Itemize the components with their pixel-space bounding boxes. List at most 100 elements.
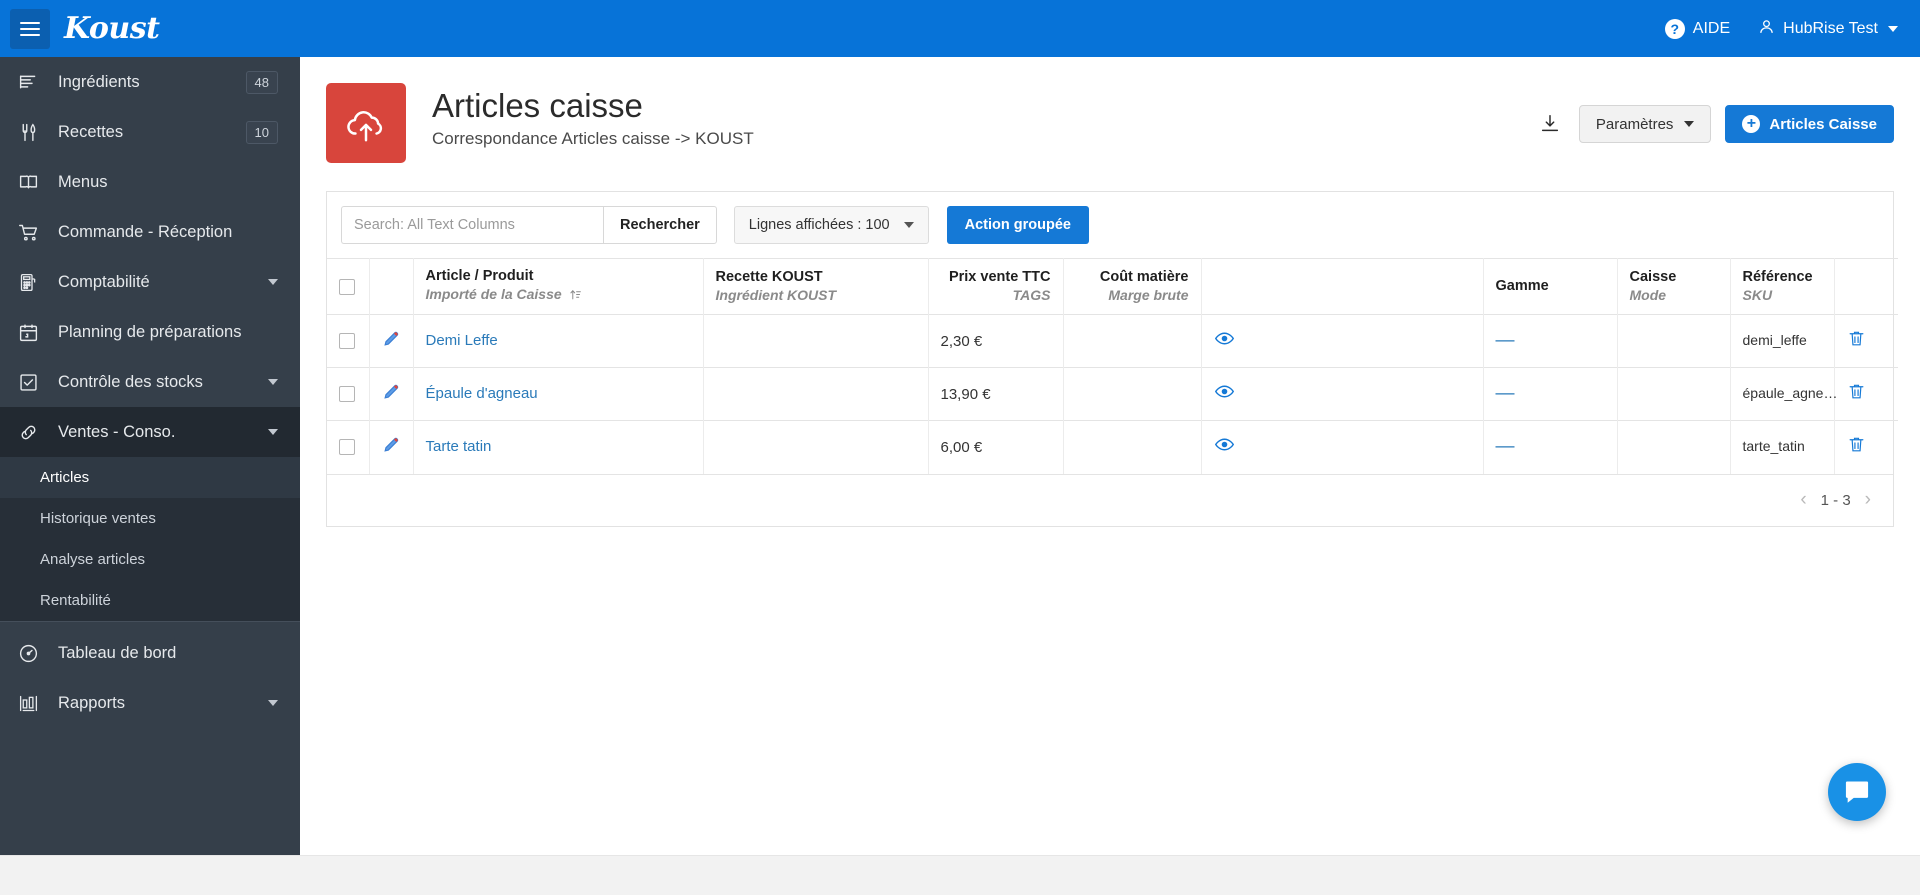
page-header-actions: Paramètres + Articles Caisse bbox=[1535, 83, 1894, 143]
article-link[interactable]: Demi Leffe bbox=[426, 332, 498, 349]
calendar-icon bbox=[18, 321, 44, 343]
column-title: Gamme bbox=[1495, 278, 1549, 295]
row-delete-cell bbox=[1834, 367, 1898, 421]
column-caisse[interactable]: Caisse Mode bbox=[1617, 258, 1731, 315]
select-all-checkbox[interactable] bbox=[339, 278, 355, 295]
column-reference[interactable]: Référence SKU bbox=[1730, 258, 1835, 315]
sidebar-item-comptabilite[interactable]: Comptabilité bbox=[0, 257, 300, 307]
column-subtitle-text: Importé de la Caisse bbox=[425, 286, 562, 303]
column-title: Caisse bbox=[1629, 269, 1677, 286]
pencil-icon[interactable] bbox=[382, 435, 401, 454]
sidebar-item-menus[interactable]: Menus bbox=[0, 157, 300, 207]
page-title-wrap: Articles caisse Correspondance Articles … bbox=[432, 83, 754, 149]
add-articles-caisse-label: Articles Caisse bbox=[1769, 115, 1877, 133]
column-article-produit[interactable]: Article / Produit Importé de la Caisse bbox=[413, 258, 704, 315]
row-recette-cell[interactable] bbox=[703, 314, 929, 368]
eye-icon[interactable] bbox=[1214, 381, 1235, 402]
group-action-button[interactable]: Action groupée bbox=[946, 206, 1089, 244]
sidebar-item-controle-des-stocks[interactable]: Contrôle des stocks bbox=[0, 357, 300, 407]
top-bar-right: ? AIDE HubRise Test bbox=[1664, 18, 1898, 40]
row-gamme-cell[interactable]: — bbox=[1483, 367, 1618, 421]
sidebar-badge: 10 bbox=[245, 120, 278, 144]
gamme-value: — bbox=[1495, 383, 1515, 404]
column-prix-vente-ttc[interactable]: Prix vente TTC TAGS bbox=[928, 258, 1064, 315]
trash-icon[interactable] bbox=[1847, 382, 1866, 401]
sidebar-item-recettes[interactable]: Recettes 10 bbox=[0, 107, 300, 157]
table-row: Demi Leffe 2,30 € — demi_leffe bbox=[327, 314, 1898, 368]
articles-table-card: Rechercher Lignes affichées : 100 Action… bbox=[326, 191, 1898, 527]
column-gamme[interactable]: Gamme bbox=[1483, 258, 1618, 315]
sidebar-item-label: Contrôle des stocks bbox=[58, 372, 203, 391]
trash-icon[interactable] bbox=[1847, 435, 1866, 454]
table-row: Épaule d'agneau 13,90 € — épaule_agne… bbox=[327, 367, 1898, 421]
eye-icon[interactable] bbox=[1214, 328, 1235, 349]
row-gamme-cell[interactable]: — bbox=[1483, 420, 1618, 474]
chat-bubble-icon[interactable] bbox=[1828, 763, 1886, 821]
sidebar-subitem-label: Articles bbox=[40, 469, 90, 486]
sidebar-item-ventes-conso[interactable]: Ventes - Conso. bbox=[0, 407, 300, 457]
sidebar-item-label: Menus bbox=[58, 172, 108, 191]
column-subtitle: Marge brute bbox=[1108, 287, 1189, 304]
sidebar-item-label: Tableau de bord bbox=[58, 643, 177, 662]
cloud-upload-icon bbox=[326, 83, 406, 163]
sort-asc-icon[interactable] bbox=[569, 287, 582, 305]
sidebar-item-rentabilite[interactable]: Rentabilité bbox=[0, 580, 300, 621]
row-checkbox[interactable] bbox=[339, 333, 355, 349]
page-title: Articles caisse bbox=[432, 87, 643, 124]
sidebar-item-ingredients[interactable]: Ingrédients 48 bbox=[0, 57, 300, 107]
sidebar-item-historique-ventes[interactable]: Historique ventes bbox=[0, 498, 300, 539]
table-header-row: Article / Produit Importé de la Caisse R… bbox=[327, 258, 1898, 315]
sidebar-item-planning-preparations[interactable]: Planning de préparations bbox=[0, 307, 300, 357]
download-icon[interactable] bbox=[1535, 109, 1565, 139]
sidebar-item-analyse-articles[interactable]: Analyse articles bbox=[0, 539, 300, 580]
plus-circle-icon: + bbox=[1742, 115, 1761, 133]
sidebar-item-commande-reception[interactable]: Commande - Réception bbox=[0, 207, 300, 257]
help-link[interactable]: ? AIDE bbox=[1664, 18, 1730, 39]
pencil-icon[interactable] bbox=[382, 382, 401, 401]
column-title: Coût matière bbox=[1099, 269, 1189, 286]
page-header: Articles caisse Correspondance Articles … bbox=[300, 57, 1920, 163]
sidebar-submenu-ventes: Articles Historique ventes Analyse artic… bbox=[0, 457, 300, 621]
settings-button[interactable]: Paramètres bbox=[1578, 105, 1712, 143]
row-select-cell bbox=[327, 367, 370, 421]
app-logo[interactable]: Koust bbox=[64, 11, 160, 46]
gamme-value: — bbox=[1495, 436, 1515, 458]
article-link[interactable]: Épaule d'agneau bbox=[426, 385, 538, 402]
articles-table: Article / Produit Importé de la Caisse R… bbox=[327, 258, 1898, 474]
add-articles-caisse-button[interactable]: + Articles Caisse bbox=[1725, 105, 1894, 143]
column-cout-matiere[interactable]: Coût matière Marge brute bbox=[1063, 258, 1202, 315]
eye-icon[interactable] bbox=[1214, 434, 1235, 455]
sidebar-item-articles[interactable]: Articles bbox=[0, 457, 300, 498]
hamburger-icon[interactable] bbox=[10, 8, 50, 49]
sidebar-item-tableau-de-bord[interactable]: Tableau de bord bbox=[0, 628, 300, 678]
rows-per-page-select[interactable]: Lignes affichées : 100 bbox=[733, 206, 929, 244]
table-toolbar: Rechercher Lignes affichées : 100 Action… bbox=[327, 192, 1893, 258]
user-menu[interactable]: HubRise Test bbox=[1758, 18, 1898, 40]
column-subtitle: Importé de la Caisse bbox=[426, 285, 691, 305]
top-bar: Koust ? AIDE HubRise Test bbox=[0, 0, 1920, 57]
settings-label: Paramètres bbox=[1595, 115, 1674, 133]
column-recette-koust[interactable]: Recette KOUST Ingrédient KOUST bbox=[703, 258, 929, 315]
row-recette-cell[interactable] bbox=[703, 367, 929, 421]
sidebar-item-rapports[interactable]: Rapports bbox=[0, 678, 300, 728]
chevron-down-icon bbox=[268, 700, 278, 706]
search-input[interactable] bbox=[341, 206, 603, 244]
bottom-strip bbox=[0, 855, 1920, 895]
row-gamme-cell[interactable]: — bbox=[1483, 314, 1618, 368]
table-head: Article / Produit Importé de la Caisse R… bbox=[327, 258, 1898, 315]
row-checkbox[interactable] bbox=[339, 439, 355, 456]
cutlery-icon bbox=[18, 121, 44, 143]
article-link[interactable]: Tarte tatin bbox=[426, 438, 492, 455]
search-button[interactable]: Rechercher bbox=[603, 206, 717, 244]
row-reference-cell: tarte_tatin bbox=[1730, 420, 1835, 474]
row-view-cell bbox=[1201, 314, 1484, 368]
row-edit-cell bbox=[369, 367, 414, 421]
row-recette-cell[interactable] bbox=[703, 420, 929, 474]
row-view-cell bbox=[1201, 367, 1484, 421]
row-cout-cell bbox=[1063, 314, 1202, 368]
pagination-prev[interactable]: ‹ bbox=[1800, 489, 1806, 511]
row-checkbox[interactable] bbox=[339, 386, 355, 402]
pencil-icon[interactable] bbox=[382, 329, 401, 348]
pagination-next[interactable]: › bbox=[1865, 489, 1871, 511]
trash-icon[interactable] bbox=[1847, 329, 1866, 348]
